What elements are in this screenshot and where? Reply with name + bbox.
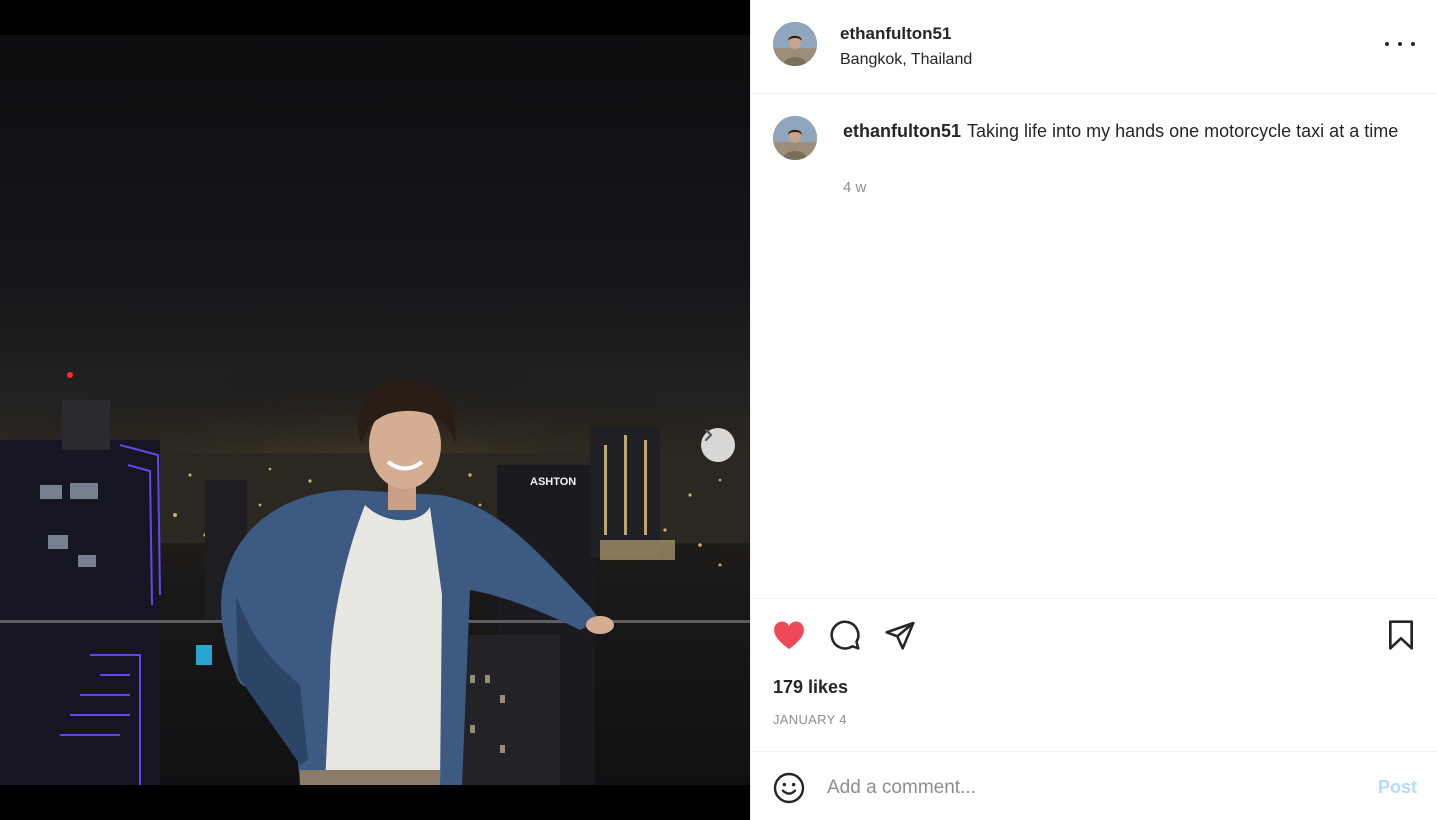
avatar[interactable] bbox=[773, 116, 817, 160]
post-timestamp[interactable]: 4 w bbox=[843, 179, 866, 196]
post-viewer: ASHTON ethanfulton51 Bangkok, Thailand e… bbox=[0, 0, 1437, 820]
chevron-right-icon bbox=[704, 428, 713, 442]
heart-filled-icon bbox=[774, 621, 804, 650]
comment-bubble-icon bbox=[830, 620, 860, 650]
more-options-icon bbox=[1385, 42, 1389, 46]
caption-section: ethanfulton51 Taking life into my hands o… bbox=[751, 94, 1437, 598]
more-options-icon bbox=[1398, 42, 1402, 46]
caption-text: ethanfulton51 Taking life into my hands o… bbox=[843, 118, 1403, 144]
bookmark-icon bbox=[1389, 620, 1413, 650]
smiley-icon bbox=[773, 772, 805, 804]
media-panel: ASHTON bbox=[0, 0, 750, 820]
post-comment-button[interactable]: Post bbox=[1378, 777, 1417, 798]
post-photo: ASHTON bbox=[0, 35, 750, 785]
more-options-button[interactable] bbox=[1385, 34, 1415, 54]
action-bar: 179 likes JANUARY 4 bbox=[751, 598, 1437, 751]
comment-input[interactable] bbox=[827, 772, 1347, 804]
save-button[interactable] bbox=[1383, 617, 1419, 653]
post-username[interactable]: ethanfulton51 bbox=[840, 24, 951, 44]
post-header: ethanfulton51 Bangkok, Thailand bbox=[751, 0, 1437, 94]
like-button[interactable] bbox=[771, 617, 807, 653]
post-date: JANUARY 4 bbox=[773, 712, 847, 727]
emoji-button[interactable] bbox=[771, 770, 807, 806]
comment-button[interactable] bbox=[827, 617, 863, 653]
caption-body: Taking life into my hands one motorcycle… bbox=[967, 121, 1399, 141]
post-location[interactable]: Bangkok, Thailand bbox=[840, 51, 972, 69]
more-options-icon bbox=[1411, 42, 1415, 46]
likes-count[interactable]: 179 likes bbox=[773, 677, 848, 698]
add-comment-bar: Post bbox=[751, 751, 1437, 820]
caption-username[interactable]: ethanfulton51 bbox=[843, 121, 961, 141]
post-details-panel: ethanfulton51 Bangkok, Thailand ethanful bbox=[750, 0, 1437, 820]
share-button[interactable] bbox=[882, 617, 918, 653]
next-photo-button[interactable] bbox=[701, 428, 735, 462]
paper-plane-icon bbox=[885, 621, 915, 650]
avatar[interactable] bbox=[773, 22, 817, 66]
ashton-sign: ASHTON bbox=[530, 476, 576, 488]
